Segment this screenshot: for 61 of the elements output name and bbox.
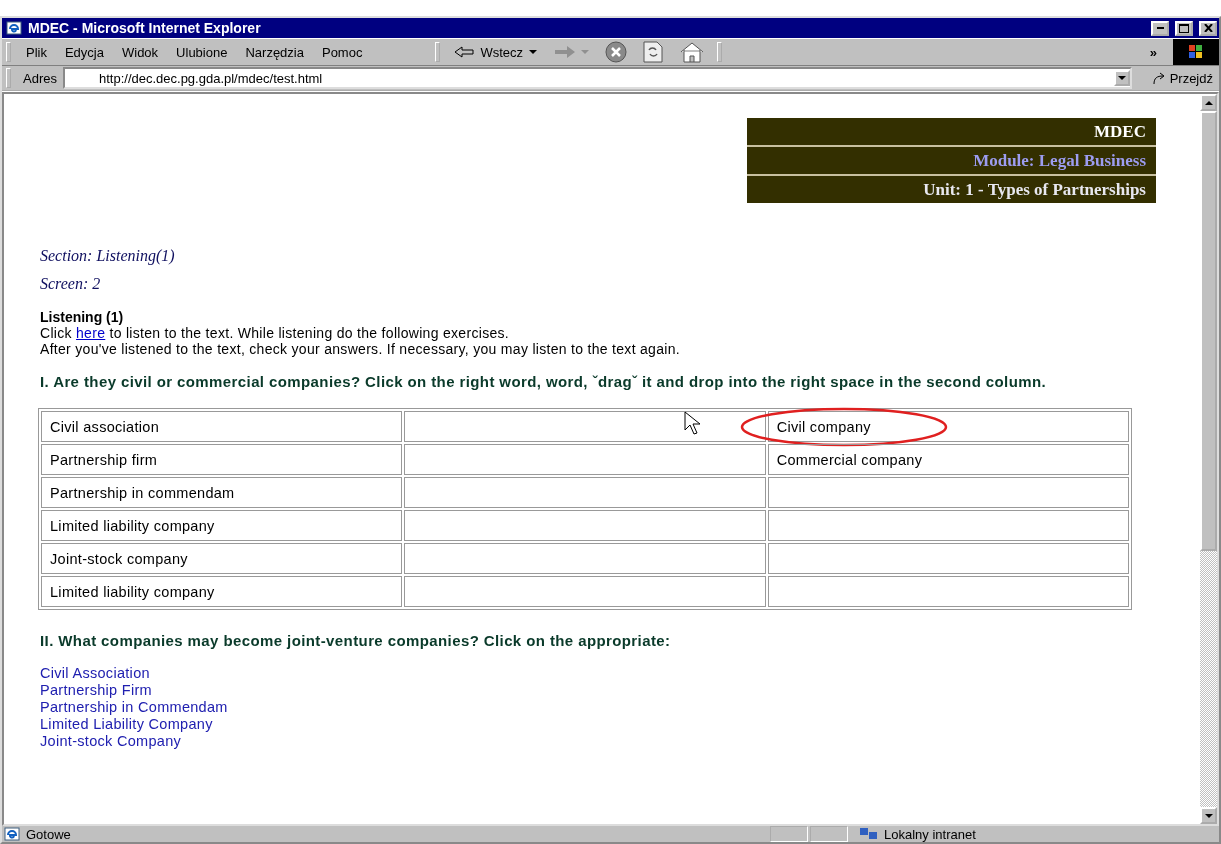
option-link[interactable]: Civil Association bbox=[40, 665, 1180, 682]
maximize-icon bbox=[1179, 23, 1189, 33]
dropdown-button[interactable] bbox=[1113, 70, 1130, 86]
table-cell: Joint-stock company bbox=[41, 543, 403, 574]
back-button[interactable]: Wstecz bbox=[446, 42, 546, 62]
address-label: Adres bbox=[23, 70, 57, 86]
exercise-instruction: II. What companies may become joint-venture companies? Click on the appropriate: bbox=[40, 632, 672, 649]
option-link[interactable]: Partnership Firm bbox=[40, 682, 1180, 699]
go-arrow-icon bbox=[1151, 71, 1166, 85]
zone-text: Lokalny intranet bbox=[884, 826, 976, 842]
maximize-button[interactable] bbox=[1175, 20, 1193, 36]
here-link[interactable]: here bbox=[76, 325, 106, 341]
heading: Listening (1) bbox=[40, 309, 125, 325]
option-link[interactable]: Limited Liability Company bbox=[40, 716, 1180, 733]
menu-item[interactable]: Narzędzia bbox=[236, 42, 313, 62]
scroll-down-button[interactable] bbox=[1200, 807, 1217, 824]
option-link[interactable]: Partnership in Commendam bbox=[40, 699, 1180, 716]
screen-label: Screen: 2 bbox=[40, 275, 102, 293]
status-text: Gotowe bbox=[26, 826, 71, 842]
intro-text: Click here to listen to the text. While listening do the following exercises. bbox=[40, 325, 510, 341]
menu-item[interactable]: Edycja bbox=[55, 42, 113, 62]
stop-icon bbox=[605, 41, 628, 63]
menu-item[interactable]: Plik bbox=[17, 42, 56, 62]
scroll-up-button[interactable] bbox=[1200, 94, 1217, 111]
table-cell: Commercial company bbox=[767, 444, 1129, 475]
option-link[interactable]: Joint-stock Company bbox=[40, 733, 1180, 750]
menu-item[interactable]: Pomoc bbox=[312, 42, 372, 62]
table-cell: Limited liability company bbox=[41, 576, 403, 607]
home-icon bbox=[679, 41, 706, 63]
scroll-thumb[interactable] bbox=[1200, 111, 1217, 551]
header-text: Module: Legal Business bbox=[973, 150, 1146, 171]
table-cell: Limited liability company bbox=[41, 510, 403, 541]
table-cell: Civil association bbox=[41, 411, 403, 442]
caret-down-icon bbox=[1204, 813, 1213, 818]
refresh-icon bbox=[643, 41, 664, 63]
network-icon bbox=[860, 828, 878, 840]
more-chevron[interactable]: » bbox=[1149, 44, 1157, 60]
section-label: Section: Listening(1) bbox=[40, 247, 176, 265]
table-cell: Partnership firm bbox=[41, 444, 403, 475]
back-arrow-icon bbox=[454, 46, 475, 58]
minimize-icon bbox=[1156, 27, 1164, 29]
window-title: MDEC - Microsoft Internet Explorer bbox=[28, 20, 262, 36]
forward-arrow-icon bbox=[553, 45, 590, 59]
caret-down-icon bbox=[529, 50, 538, 54]
table-cell: Partnership in commendam bbox=[41, 477, 403, 508]
header-text: MDEC bbox=[1094, 121, 1146, 142]
caret-up-icon bbox=[1204, 100, 1213, 105]
windows-logo-icon bbox=[1173, 39, 1219, 65]
caret-down-icon bbox=[1117, 76, 1126, 80]
note-text: After you've listened to the text, check your answers. If necessary, you may listen to the text again. bbox=[40, 341, 681, 357]
browser-icon bbox=[6, 21, 22, 35]
minimize-button[interactable] bbox=[1151, 20, 1169, 36]
exercise-instruction: I. Are they civil or commercial companies? Click on the right word, word, ˇdragˇ it and drop into the right space in the second column. bbox=[40, 373, 1048, 390]
header-text: Unit: 1 - Types of Partnerships bbox=[923, 179, 1146, 200]
scrollbar[interactable] bbox=[1200, 94, 1217, 824]
menu-item[interactable]: Widok bbox=[113, 42, 168, 62]
address-field[interactable]: http://dec.dec.pg.gda.pl/mdec/test.html bbox=[62, 67, 1132, 89]
go-button[interactable]: Przejdź bbox=[1137, 70, 1213, 86]
close-icon bbox=[1203, 24, 1213, 32]
menu-item[interactable]: Ulubione bbox=[167, 42, 237, 62]
close-button[interactable] bbox=[1199, 20, 1217, 36]
